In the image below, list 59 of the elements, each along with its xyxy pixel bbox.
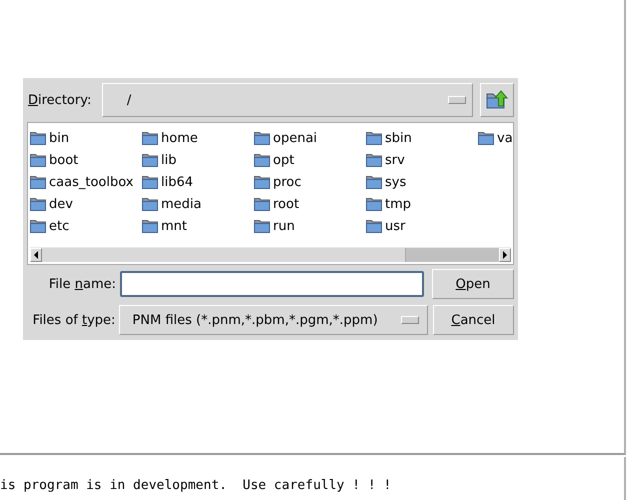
folder-name[interactable]: usr [385,218,406,234]
folder-name[interactable]: root [273,196,300,212]
scroll-right-icon[interactable] [499,248,511,262]
folder-name[interactable]: mnt [161,218,187,234]
folder-icon [30,197,46,211]
parent-folder-button[interactable] [480,83,514,117]
directory-label: Directory: [27,92,92,108]
folder-name[interactable]: caas_toolbox [49,174,134,190]
folder-name[interactable]: run [273,218,295,234]
folder-name[interactable]: etc [49,218,70,234]
folder-name[interactable]: tmp [385,196,412,212]
folder-icon [142,153,158,167]
folder-name[interactable]: opt [273,152,294,168]
dropdown-bar-icon [448,96,466,104]
folder-icon [478,131,494,145]
folder-name[interactable]: dev [49,196,73,212]
folder-icon [254,175,270,189]
folder-icon [254,197,270,211]
folder-icon [254,131,270,145]
file-name-label: File name: [48,276,117,292]
folder-icon [366,153,382,167]
scroll-left-icon[interactable] [30,248,42,262]
folder-icon [366,175,382,189]
folder-icon [30,175,46,189]
folder-icon [366,219,382,233]
folder-name[interactable]: lib [161,152,176,168]
folder-icon [254,219,270,233]
cancel-button[interactable]: Cancel [432,305,514,335]
folder-icon [142,175,158,189]
folder-icon [30,153,46,167]
folder-icon [30,219,46,233]
folder-icon [142,197,158,211]
folder-icon [30,131,46,145]
horizontal-scrollbar[interactable] [30,247,511,262]
folder-name[interactable]: srv [385,152,405,168]
folder-name[interactable]: media [161,196,202,212]
folder-name[interactable]: sys [385,174,406,190]
folder-icon [366,197,382,211]
file-type-label: Files of type: [32,312,116,328]
file-type-dropdown[interactable]: PNM files (*.pnm,*.pbm,*.pgm,*.ppm) [119,305,428,335]
folder-icon [366,131,382,145]
folder-name[interactable]: lib64 [161,174,194,190]
console-text: is program is in development. Use carefully ! ! ! [0,478,392,493]
folder-name[interactable]: boot [49,152,78,168]
folder-name[interactable]: proc [273,174,302,190]
folder-icon [142,219,158,233]
folder-icon [142,131,158,145]
file-name-field[interactable] [120,271,424,297]
dropdown-bar-icon [400,316,419,324]
folder-name[interactable]: home [161,130,198,146]
folder-name[interactable]: bin [49,130,70,146]
folder-name[interactable]: va [497,130,513,146]
directory-dropdown[interactable]: / [102,83,474,117]
folder-up-arrow-icon [486,90,508,110]
folder-name[interactable]: openai [273,130,318,146]
open-button[interactable]: Open [432,269,514,299]
folder-icon [254,153,270,167]
folder-name[interactable]: sbin [385,130,412,146]
scrollbar-thumb[interactable] [42,248,406,262]
